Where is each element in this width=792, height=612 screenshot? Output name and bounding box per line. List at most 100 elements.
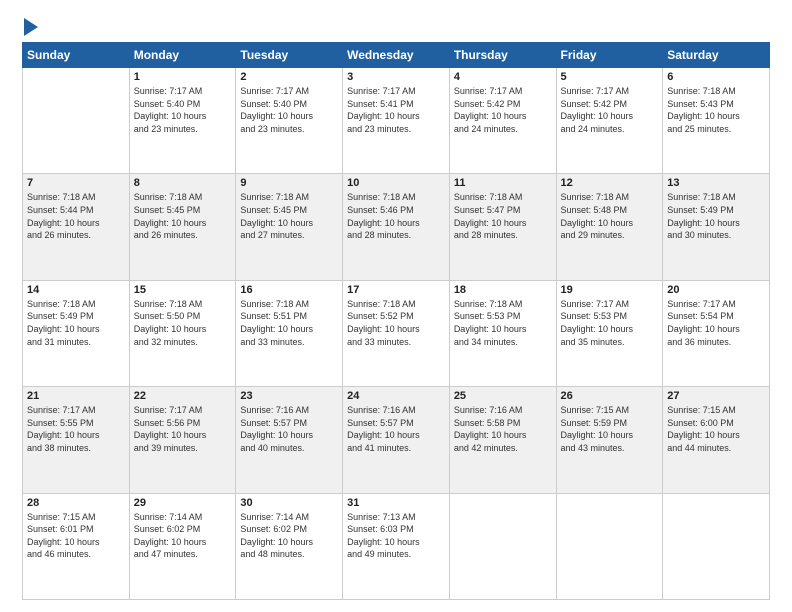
week-row-2: 7Sunrise: 7:18 AMSunset: 5:44 PMDaylight… bbox=[23, 174, 770, 280]
day-number: 3 bbox=[347, 71, 445, 83]
cell-text-line: and 27 minutes. bbox=[240, 229, 338, 242]
cell-text-line: and 44 minutes. bbox=[667, 442, 765, 455]
cell-week5-day0: 28Sunrise: 7:15 AMSunset: 6:01 PMDayligh… bbox=[23, 493, 130, 599]
cell-week3-day3: 17Sunrise: 7:18 AMSunset: 5:52 PMDayligh… bbox=[343, 280, 450, 386]
cell-text-line: and 43 minutes. bbox=[561, 442, 659, 455]
cell-text-line: and 28 minutes. bbox=[347, 229, 445, 242]
day-number: 28 bbox=[27, 497, 125, 509]
cell-week4-day3: 24Sunrise: 7:16 AMSunset: 5:57 PMDayligh… bbox=[343, 387, 450, 493]
cell-text-line: Sunset: 5:57 PM bbox=[240, 417, 338, 430]
day-number: 16 bbox=[240, 284, 338, 296]
cell-text-line: and 49 minutes. bbox=[347, 548, 445, 561]
cell-text-line: and 36 minutes. bbox=[667, 336, 765, 349]
day-number: 1 bbox=[134, 71, 232, 83]
day-number: 5 bbox=[561, 71, 659, 83]
cell-text-line: Sunrise: 7:17 AM bbox=[134, 404, 232, 417]
cell-text-line: Sunrise: 7:18 AM bbox=[134, 191, 232, 204]
col-header-monday: Monday bbox=[129, 43, 236, 68]
day-number: 8 bbox=[134, 177, 232, 189]
cell-text-line: Sunset: 5:49 PM bbox=[667, 204, 765, 217]
day-number: 24 bbox=[347, 390, 445, 402]
cell-text-line: and 33 minutes. bbox=[240, 336, 338, 349]
col-header-thursday: Thursday bbox=[449, 43, 556, 68]
day-number: 31 bbox=[347, 497, 445, 509]
cell-text-line: Sunrise: 7:17 AM bbox=[240, 85, 338, 98]
cell-week1-day1: 1Sunrise: 7:17 AMSunset: 5:40 PMDaylight… bbox=[129, 68, 236, 174]
col-header-friday: Friday bbox=[556, 43, 663, 68]
cell-week1-day4: 4Sunrise: 7:17 AMSunset: 5:42 PMDaylight… bbox=[449, 68, 556, 174]
cell-week2-day3: 10Sunrise: 7:18 AMSunset: 5:46 PMDayligh… bbox=[343, 174, 450, 280]
cell-week1-day6: 6Sunrise: 7:18 AMSunset: 5:43 PMDaylight… bbox=[663, 68, 770, 174]
cell-text-line: Daylight: 10 hours bbox=[27, 536, 125, 549]
cell-week5-day4 bbox=[449, 493, 556, 599]
cell-text-line: and 38 minutes. bbox=[27, 442, 125, 455]
cell-week2-day1: 8Sunrise: 7:18 AMSunset: 5:45 PMDaylight… bbox=[129, 174, 236, 280]
cell-text-line: and 34 minutes. bbox=[454, 336, 552, 349]
cell-text-line: Sunset: 5:42 PM bbox=[561, 98, 659, 111]
cell-text-line: Daylight: 10 hours bbox=[240, 110, 338, 123]
cell-week3-day2: 16Sunrise: 7:18 AMSunset: 5:51 PMDayligh… bbox=[236, 280, 343, 386]
day-number: 12 bbox=[561, 177, 659, 189]
cell-text-line: Daylight: 10 hours bbox=[454, 429, 552, 442]
cell-text-line: Daylight: 10 hours bbox=[27, 429, 125, 442]
cell-text-line: Sunrise: 7:17 AM bbox=[561, 298, 659, 311]
cell-week5-day3: 31Sunrise: 7:13 AMSunset: 6:03 PMDayligh… bbox=[343, 493, 450, 599]
cell-text-line: Sunset: 6:00 PM bbox=[667, 417, 765, 430]
cell-text-line: Sunrise: 7:18 AM bbox=[134, 298, 232, 311]
cell-text-line: Sunrise: 7:16 AM bbox=[240, 404, 338, 417]
cell-text-line: Sunset: 5:44 PM bbox=[27, 204, 125, 217]
cell-week2-day0: 7Sunrise: 7:18 AMSunset: 5:44 PMDaylight… bbox=[23, 174, 130, 280]
cell-week3-day4: 18Sunrise: 7:18 AMSunset: 5:53 PMDayligh… bbox=[449, 280, 556, 386]
cell-text-line: Sunset: 5:40 PM bbox=[240, 98, 338, 111]
cell-text-line: Sunset: 5:40 PM bbox=[134, 98, 232, 111]
day-number: 22 bbox=[134, 390, 232, 402]
cell-text-line: Daylight: 10 hours bbox=[347, 217, 445, 230]
cell-text-line: Daylight: 10 hours bbox=[27, 217, 125, 230]
cell-text-line: Sunrise: 7:16 AM bbox=[454, 404, 552, 417]
cell-text-line: and 25 minutes. bbox=[667, 123, 765, 136]
day-number: 21 bbox=[27, 390, 125, 402]
cell-text-line: Daylight: 10 hours bbox=[240, 536, 338, 549]
cell-week4-day4: 25Sunrise: 7:16 AMSunset: 5:58 PMDayligh… bbox=[449, 387, 556, 493]
cell-text-line: Sunrise: 7:15 AM bbox=[27, 511, 125, 524]
day-number: 6 bbox=[667, 71, 765, 83]
cell-text-line: and 41 minutes. bbox=[347, 442, 445, 455]
cell-text-line: Sunset: 6:02 PM bbox=[134, 523, 232, 536]
cell-text-line: Daylight: 10 hours bbox=[667, 323, 765, 336]
cell-week4-day6: 27Sunrise: 7:15 AMSunset: 6:00 PMDayligh… bbox=[663, 387, 770, 493]
cell-text-line: Sunrise: 7:18 AM bbox=[240, 298, 338, 311]
cell-week5-day5 bbox=[556, 493, 663, 599]
cell-text-line: Sunrise: 7:17 AM bbox=[134, 85, 232, 98]
cell-text-line: Daylight: 10 hours bbox=[134, 536, 232, 549]
cell-text-line: Daylight: 10 hours bbox=[240, 323, 338, 336]
cell-text-line: Daylight: 10 hours bbox=[347, 429, 445, 442]
cell-text-line: and 24 minutes. bbox=[454, 123, 552, 136]
cell-text-line: Sunrise: 7:18 AM bbox=[27, 298, 125, 311]
cell-text-line: Sunrise: 7:18 AM bbox=[347, 191, 445, 204]
cell-text-line: and 28 minutes. bbox=[454, 229, 552, 242]
week-row-5: 28Sunrise: 7:15 AMSunset: 6:01 PMDayligh… bbox=[23, 493, 770, 599]
cell-text-line: Sunset: 6:02 PM bbox=[240, 523, 338, 536]
cell-text-line: and 42 minutes. bbox=[454, 442, 552, 455]
day-number: 18 bbox=[454, 284, 552, 296]
cell-text-line: and 47 minutes. bbox=[134, 548, 232, 561]
calendar-table: Sunday Monday Tuesday Wednesday Thursday… bbox=[22, 42, 770, 600]
cell-text-line: Sunset: 5:56 PM bbox=[134, 417, 232, 430]
cell-text-line: Daylight: 10 hours bbox=[347, 536, 445, 549]
cell-text-line: Sunrise: 7:17 AM bbox=[667, 298, 765, 311]
calendar-body: 1Sunrise: 7:17 AMSunset: 5:40 PMDaylight… bbox=[23, 68, 770, 600]
day-number: 26 bbox=[561, 390, 659, 402]
week-row-4: 21Sunrise: 7:17 AMSunset: 5:55 PMDayligh… bbox=[23, 387, 770, 493]
day-number: 14 bbox=[27, 284, 125, 296]
cell-week3-day0: 14Sunrise: 7:18 AMSunset: 5:49 PMDayligh… bbox=[23, 280, 130, 386]
cell-text-line: and 23 minutes. bbox=[134, 123, 232, 136]
cell-week5-day1: 29Sunrise: 7:14 AMSunset: 6:02 PMDayligh… bbox=[129, 493, 236, 599]
cell-text-line: Sunset: 5:50 PM bbox=[134, 310, 232, 323]
cell-week3-day1: 15Sunrise: 7:18 AMSunset: 5:50 PMDayligh… bbox=[129, 280, 236, 386]
day-number: 17 bbox=[347, 284, 445, 296]
cell-text-line: Daylight: 10 hours bbox=[134, 217, 232, 230]
day-number: 20 bbox=[667, 284, 765, 296]
cell-text-line: Sunset: 5:55 PM bbox=[27, 417, 125, 430]
cell-text-line: Sunrise: 7:15 AM bbox=[667, 404, 765, 417]
cell-text-line: Sunset: 5:42 PM bbox=[454, 98, 552, 111]
